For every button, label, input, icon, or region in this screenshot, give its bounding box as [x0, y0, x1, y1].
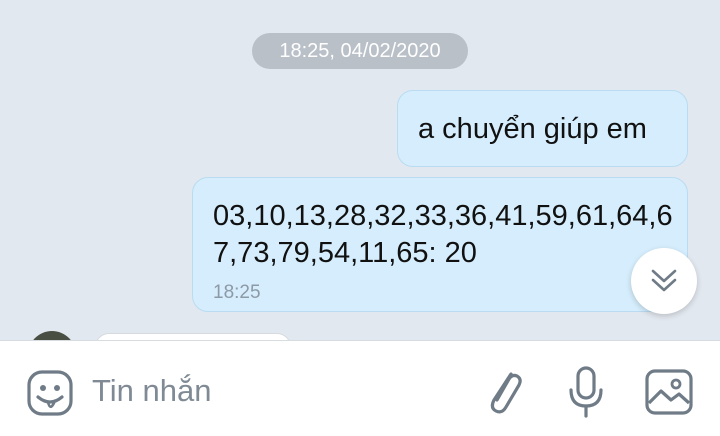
- avatar[interactable]: [28, 331, 76, 340]
- emoji-button[interactable]: [22, 365, 78, 421]
- sent-message[interactable]: 03,10,13,28,32,33,36,41,59,61,64,67,73,7…: [192, 177, 688, 312]
- received-message[interactable]: [95, 333, 291, 340]
- send-image-button[interactable]: [640, 363, 698, 421]
- voice-record-button[interactable]: [560, 363, 612, 421]
- paperclip-icon: [490, 372, 522, 414]
- message-time: 18:25: [213, 282, 261, 303]
- message-text: 03,10,13,28,32,33,36,41,59,61,64,67,73,7…: [213, 200, 673, 269]
- sent-message[interactable]: a chuyển giúp em: [397, 90, 688, 167]
- chat-area: 18:25, 04/02/2020 a chuyển giúp em 03,10…: [0, 0, 720, 340]
- double-chevron-down-icon: [651, 269, 677, 292]
- microphone-icon: [569, 366, 603, 418]
- scroll-to-bottom-button[interactable]: [631, 248, 697, 314]
- message-input[interactable]: [92, 369, 452, 413]
- date-separator: 18:25, 04/02/2020: [252, 33, 468, 69]
- message-composer: [0, 340, 720, 436]
- image-icon: [645, 369, 693, 415]
- message-text: a chuyển giúp em: [418, 113, 647, 145]
- emoji-icon: [27, 370, 73, 416]
- attach-button[interactable]: [478, 365, 528, 421]
